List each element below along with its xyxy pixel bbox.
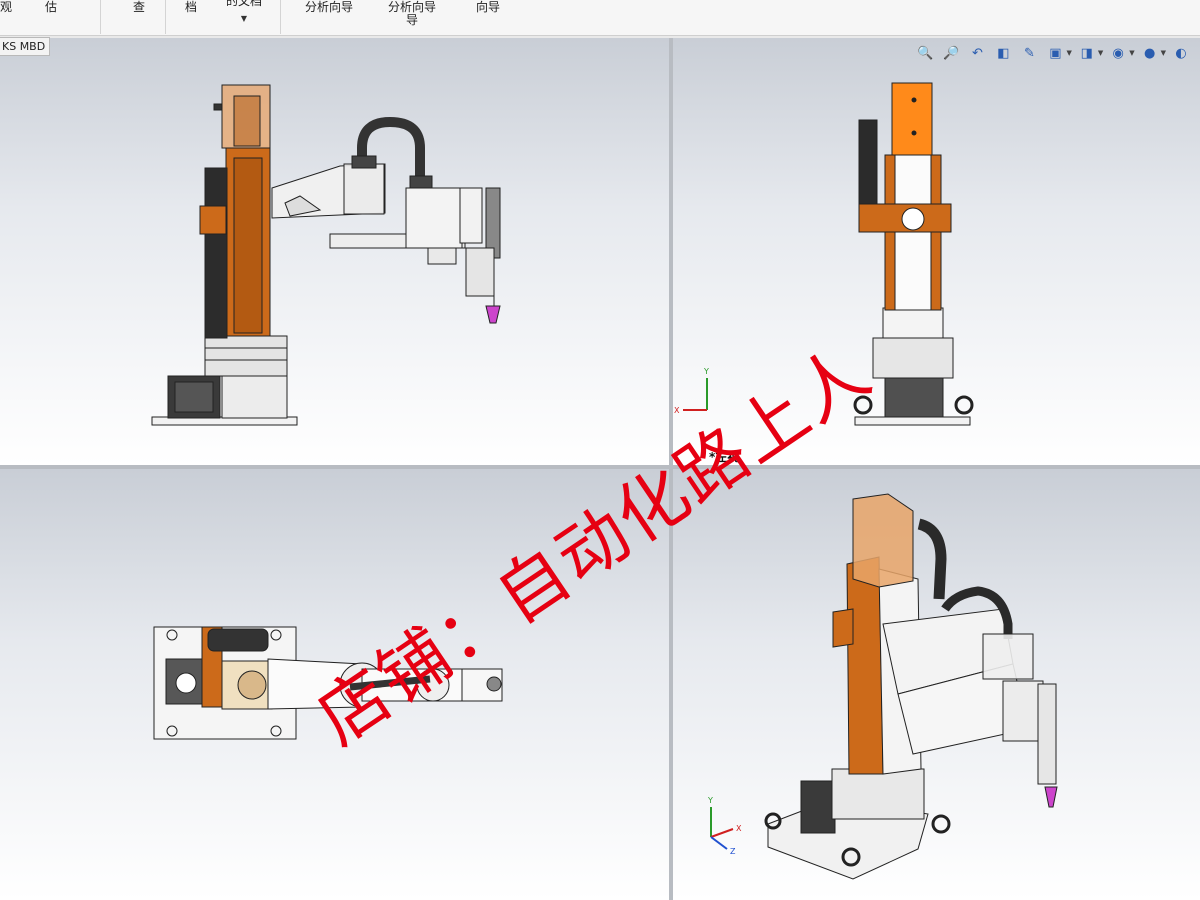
ribbon-button-wizard[interactable]: 向导 [476, 1, 500, 14]
triad-x-label-iso: X [736, 824, 742, 833]
triad-x-label: X [674, 406, 680, 415]
ribbon-button-view[interactable]: 观 [0, 1, 12, 14]
axis-triad-iso: Y X Z [707, 796, 742, 856]
ribbon-button-evaluate[interactable]: 估 [45, 1, 57, 14]
ribbon-label: 分析向导 [305, 0, 354, 14]
triad-y-label: Y [703, 367, 709, 376]
ribbon-button-analysis-wizard-2[interactable]: 分析向导导 [388, 1, 436, 27]
triad-z-label-iso: Z [730, 847, 736, 856]
viewport-top[interactable] [0, 469, 669, 900]
ribbon-separator [280, 0, 281, 34]
ribbon-label: 查 [133, 0, 146, 14]
ribbon-button-check[interactable]: 查 [133, 1, 145, 14]
viewport-isometric[interactable]: Y X Z [673, 469, 1200, 900]
cad-window: 观 估 查 档 的文档 ▼ 分析向导 分析向导导 向导 KS MBD 🔍 🔎 ↶… [0, 0, 1200, 900]
ribbon-label: 向导 [476, 0, 501, 14]
view-name-text: *左视 [709, 450, 740, 464]
ribbon-label: 估 [45, 0, 58, 14]
ribbon-button-documents-dropdown[interactable]: 的文档 ▼ [226, 0, 262, 25]
chevron-down-icon: ▼ [240, 14, 248, 23]
ribbon-label: 导 [406, 13, 419, 27]
viewport-splitter-vertical[interactable] [669, 38, 673, 900]
top-view-drawing [153, 626, 503, 740]
viewport-front[interactable] [0, 38, 669, 465]
command-ribbon: 观 估 查 档 的文档 ▼ 分析向导 分析向导导 向导 [0, 0, 1200, 36]
view-name-label: *左视 [709, 448, 739, 465]
triad-y-label-iso: Y [707, 796, 713, 805]
isometric-view-drawing: Y X Z [707, 493, 1058, 880]
ribbon-button-analysis-wizard[interactable]: 分析向导 [305, 1, 353, 14]
axis-triad: Y X [674, 367, 709, 415]
ribbon-separator [165, 0, 166, 34]
ribbon-label: 观 [0, 0, 13, 14]
side-view-drawing: Y X [674, 82, 974, 426]
viewport-left-side[interactable]: 🔍 🔎 ↶ ◧ ✎ ▣ ▼ ◨ ▼ ◉ ▼ ● ▼ ◐ Y X *左视 [673, 38, 1200, 465]
tab-mbd[interactable]: KS MBD [0, 37, 50, 56]
front-view-drawing [151, 84, 501, 426]
viewport-splitter-horizontal[interactable] [0, 465, 1200, 469]
ribbon-button-document[interactable]: 档 [185, 1, 197, 14]
ribbon-label: 的文档 [226, 0, 263, 8]
ribbon-separator [100, 0, 101, 34]
ribbon-label: 档 [185, 0, 198, 14]
